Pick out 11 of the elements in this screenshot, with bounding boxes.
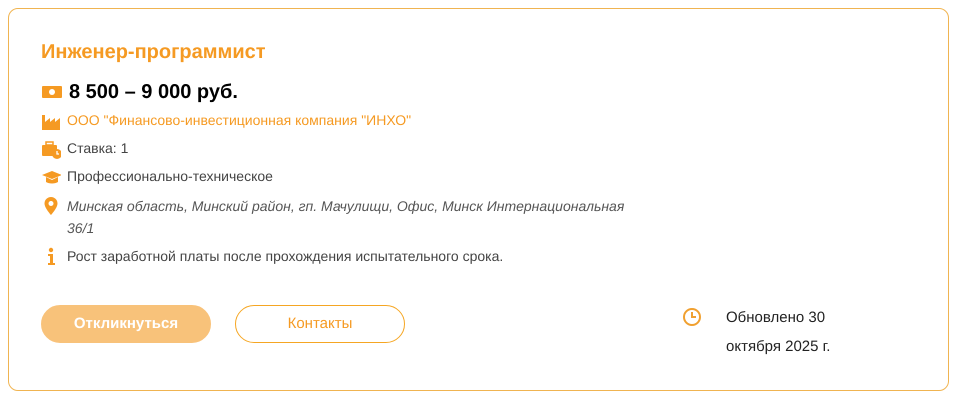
address-text: Минская область, Минский район, гп. Мачулищи, Офис, Минск Интернациональная 36/1 [67, 197, 626, 238]
rate-text: Ставка: 1 [67, 139, 128, 157]
job-title[interactable]: Инженер-программист [41, 37, 916, 67]
contacts-button[interactable]: Контакты [235, 305, 405, 343]
briefcase-clock-icon [41, 139, 61, 159]
salary-text: 8 500 – 9 000 руб. [69, 81, 238, 103]
education-text: Профессионально-техническое [67, 167, 273, 185]
clock-icon [682, 307, 702, 327]
company-link[interactable]: ООО "Финансово-инвестиционная компания "ИНХО" [67, 111, 412, 129]
updated-date: Обновлено 30 октября 2025 г. [726, 308, 832, 357]
info-text: Рост заработной платы после прохождения испытательного срока. [67, 247, 504, 265]
